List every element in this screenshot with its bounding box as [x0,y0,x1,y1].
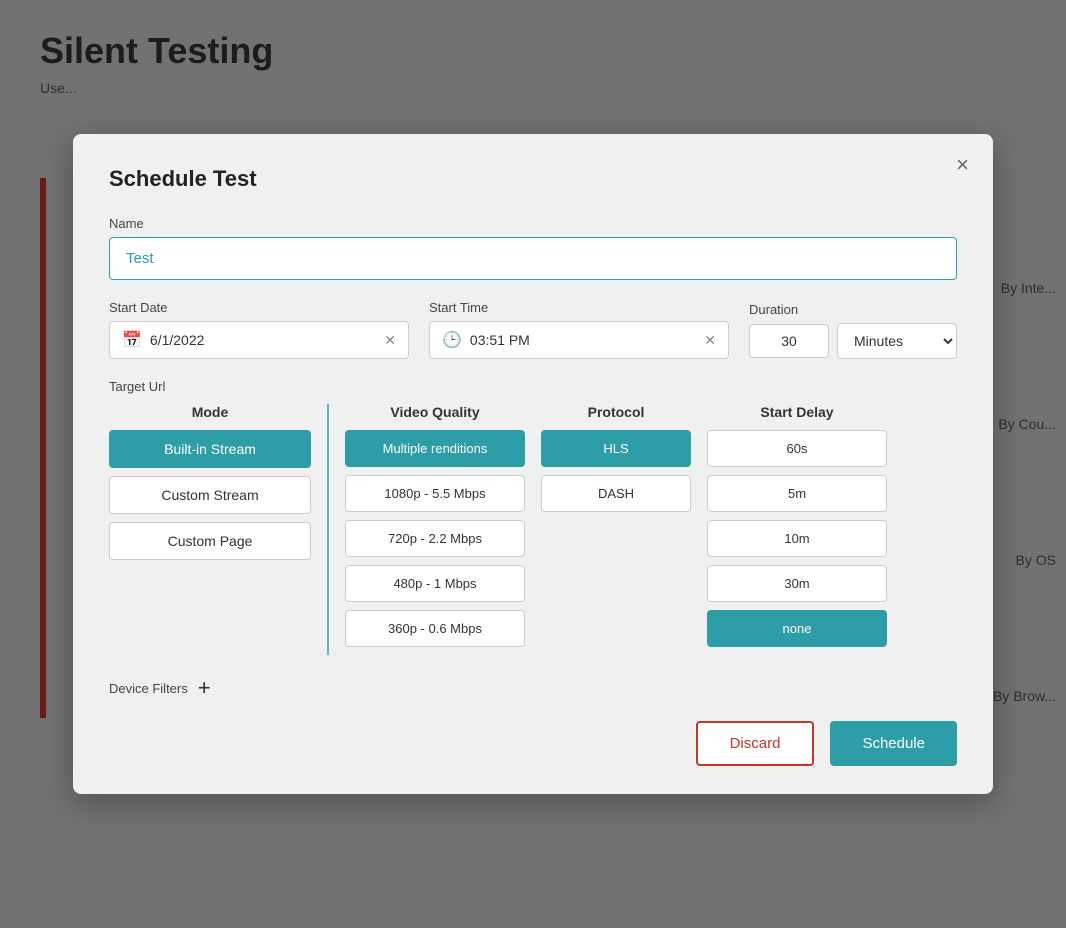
start-date-wrapper[interactable]: 📅 6/1/2022 ✕ [109,321,409,359]
mode-builtin-stream[interactable]: Built-in Stream [109,430,311,468]
mode-header: Mode [109,404,311,420]
protocol-dash[interactable]: DASH [541,475,691,512]
quality-360p[interactable]: 360p - 0.6 Mbps [345,610,525,647]
delay-none[interactable]: none [707,610,887,647]
start-time-field: Start Time 🕒 03:51 PM ✕ [429,300,729,359]
quality-480p[interactable]: 480p - 1 Mbps [345,565,525,602]
start-delay-column: Start Delay 60s 5m 10m 30m none [707,404,887,655]
start-date-field: Start Date 📅 6/1/2022 ✕ [109,300,409,359]
name-label: Name [109,216,957,231]
target-url-label: Target Url [109,379,957,394]
calendar-icon: 📅 [122,330,142,350]
discard-button[interactable]: Discard [696,721,815,766]
start-time-value: 03:51 PM [470,332,696,348]
protocol-column: Protocol HLS DASH [541,404,691,655]
date-time-row: Start Date 📅 6/1/2022 ✕ Start Time 🕒 03:… [109,300,957,359]
delay-60s[interactable]: 60s [707,430,887,467]
duration-label: Duration [749,302,957,317]
modal-overlay: × Schedule Test Name Start Date 📅 6/1/20… [0,0,1066,928]
schedule-test-dialog: × Schedule Test Name Start Date 📅 6/1/20… [73,134,993,794]
start-date-label: Start Date [109,300,409,315]
start-time-clear-icon[interactable]: ✕ [704,332,716,349]
start-time-wrapper[interactable]: 🕒 03:51 PM ✕ [429,321,729,359]
delay-5m[interactable]: 5m [707,475,887,512]
dialog-title: Schedule Test [109,166,957,192]
protocol-header: Protocol [541,404,691,420]
duration-wrapper: Minutes Seconds Hours [749,323,957,359]
name-input[interactable] [109,237,957,280]
duration-number-input[interactable] [749,324,829,358]
options-grid: Mode Built-in Stream Custom Stream Custo… [109,404,957,655]
mode-custom-page[interactable]: Custom Page [109,522,311,560]
quality-1080p[interactable]: 1080p - 5.5 Mbps [345,475,525,512]
mode-column: Mode Built-in Stream Custom Stream Custo… [109,404,329,655]
close-button[interactable]: × [956,154,969,176]
video-quality-header: Video Quality [345,404,525,420]
video-quality-column: Video Quality Multiple renditions 1080p … [345,404,525,655]
start-delay-header: Start Delay [707,404,887,420]
start-time-label: Start Time [429,300,729,315]
duration-unit-select[interactable]: Minutes Seconds Hours [837,323,957,359]
device-filters-label: Device Filters [109,681,188,696]
add-device-filter-icon[interactable]: + [198,675,211,701]
delay-10m[interactable]: 10m [707,520,887,557]
schedule-button[interactable]: Schedule [830,721,957,766]
clock-icon: 🕒 [442,330,462,350]
quality-720p[interactable]: 720p - 2.2 Mbps [345,520,525,557]
device-filters-row: Device Filters + [109,675,957,701]
delay-30m[interactable]: 30m [707,565,887,602]
dialog-footer: Discard Schedule [109,721,957,766]
quality-multiple-renditions[interactable]: Multiple renditions [345,430,525,467]
start-date-value: 6/1/2022 [150,332,376,348]
start-date-clear-icon[interactable]: ✕ [384,332,396,349]
protocol-hls[interactable]: HLS [541,430,691,467]
mode-custom-stream[interactable]: Custom Stream [109,476,311,514]
duration-field: Duration Minutes Seconds Hours [749,302,957,359]
